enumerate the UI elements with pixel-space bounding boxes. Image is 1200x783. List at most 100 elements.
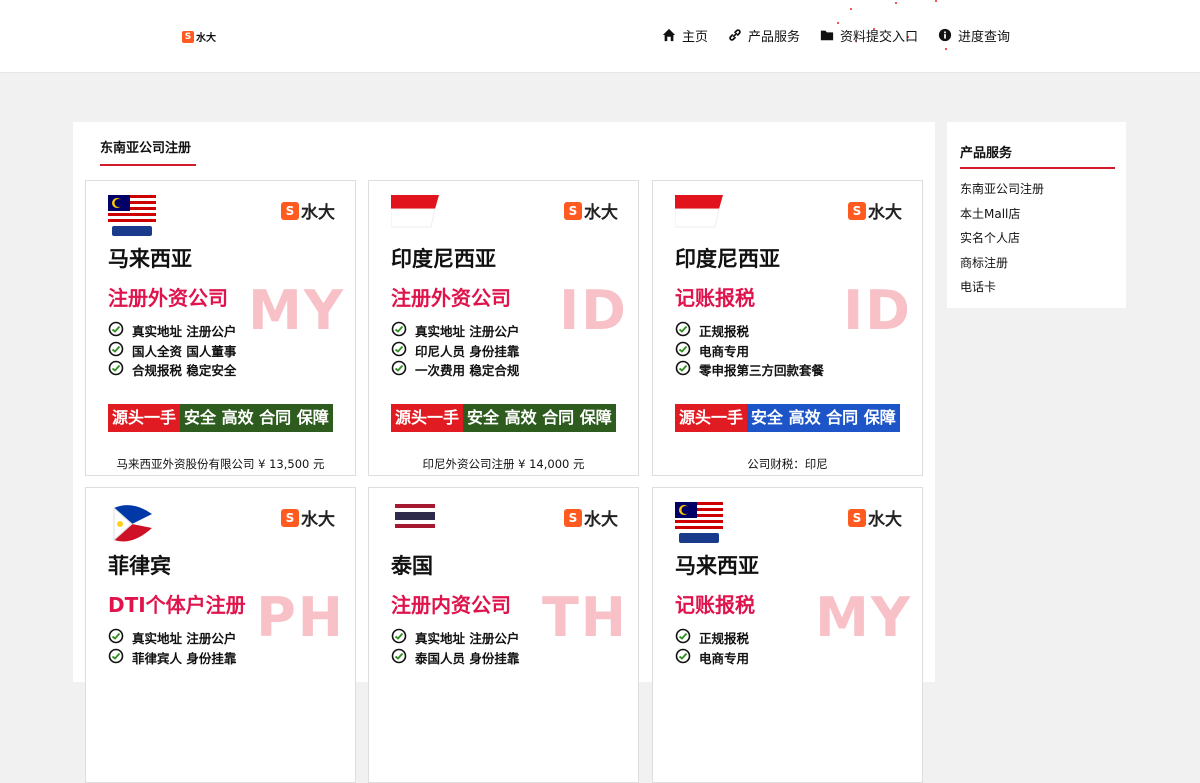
feature-item: 真实地址 注册公户 <box>108 321 236 341</box>
link-icon <box>729 29 741 41</box>
product-card[interactable]: S 水大马来西亚注册外资公司 MY 真实地址 注册公户 国人全资 国人董事 合规报税 稳定… <box>85 180 356 476</box>
card-service: 记账报税 <box>675 593 755 617</box>
card-caption[interactable]: 印尼外资公司注册 ¥ 14,000 元 <box>369 456 638 472</box>
card-service: 注册外资公司 <box>108 286 228 310</box>
feature-item: 电商专用 <box>675 341 824 361</box>
product-card[interactable]: S 水大 印度尼西亚 记账报税 ID 正规报税 电商专用 零申报第三方回款套餐 源头一手 安全 高… <box>652 180 923 476</box>
brand-mark-icon: S <box>564 201 582 220</box>
feature-item: 一次费用 稳定合规 <box>391 360 519 380</box>
card-country-code: ID <box>559 279 628 342</box>
check-circle-icon <box>108 628 124 647</box>
card-country: 马来西亚 <box>108 247 192 271</box>
check-circle-icon <box>391 321 407 340</box>
check-circle-icon <box>108 360 124 379</box>
flag-id-icon <box>674 195 723 237</box>
sidebar-list: 东南亚公司注册 本土Mall店 实名个人店 商标注册 电话卡 <box>960 180 1044 303</box>
card-country-code: MY <box>248 279 345 342</box>
section-underline <box>100 164 196 166</box>
product-card[interactable]: S 水大 印度尼西亚 注册外资公司 ID 真实地址 注册公户 印尼人员 身份挂靠 一次费用 稳… <box>368 180 639 476</box>
card-brand: S 水大 <box>564 198 618 223</box>
feature-item: 真实地址 注册公户 <box>391 628 519 648</box>
nav-label: 资料提交入口 <box>839 29 918 45</box>
info-icon <box>938 28 952 42</box>
brand-mark-icon: S <box>281 508 299 527</box>
promo-banner: 源头一手 安全 高效 合同 保障 <box>391 404 616 432</box>
feature-item: 印尼人员 身份挂靠 <box>391 341 519 361</box>
card-country: 马来西亚 <box>675 554 759 578</box>
brand-mark-icon: S <box>564 508 582 527</box>
check-circle-icon <box>675 321 691 340</box>
sidebar-item-trademark[interactable]: 商标注册 <box>960 254 1044 279</box>
nav-label: 主页 <box>681 29 708 45</box>
logo-mark-icon: S <box>182 30 194 43</box>
brand-mark-icon: S <box>281 201 299 220</box>
check-circle-icon <box>675 628 691 647</box>
feature-item: 菲律宾人 身份挂靠 <box>108 648 236 668</box>
feature-list: 真实地址 注册公户 国人全资 国人董事 合规报税 稳定安全 <box>108 321 236 380</box>
product-card[interactable]: S 水大 马来西亚 记账报税 MY 正规报税 电商专用 <box>652 487 923 783</box>
card-country-code: MY <box>815 586 912 649</box>
feature-item: 正规报税 <box>675 628 749 648</box>
nav-progress[interactable]: 进度查询 <box>938 26 1010 45</box>
feature-item: 真实地址 注册公户 <box>391 321 519 341</box>
nav-label: 进度查询 <box>957 29 1010 45</box>
sidebar-item-sim-card[interactable]: 电话卡 <box>960 278 1044 303</box>
feature-item: 零申报第三方回款套餐 <box>675 360 824 380</box>
feature-list: 真实地址 注册公户 菲律宾人 身份挂靠 <box>108 628 236 667</box>
flag-my-icon <box>675 502 723 544</box>
sidebar: 产品服务 东南亚公司注册 本土Mall店 实名个人店 商标注册 电话卡 <box>947 122 1126 308</box>
site-logo[interactable]: S 水大 <box>182 29 216 44</box>
flag-my-icon <box>108 195 156 237</box>
main-nav: 主页 产品服务 资料提交入口 进度查询 <box>662 26 1010 45</box>
check-circle-icon <box>391 341 407 360</box>
card-country: 印度尼西亚 <box>675 247 780 271</box>
feature-list: 真实地址 注册公户 泰国人员 身份挂靠 <box>391 628 519 667</box>
flag-th-icon <box>391 502 439 544</box>
feature-item: 电商专用 <box>675 648 749 668</box>
check-circle-icon <box>675 360 691 379</box>
feature-item: 泰国人员 身份挂靠 <box>391 648 519 668</box>
feature-list: 正规报税 电商专用 <box>675 628 749 667</box>
sidebar-title: 产品服务 <box>960 146 1013 161</box>
flag-ph-icon <box>108 502 156 544</box>
nav-products[interactable]: 产品服务 <box>728 26 800 45</box>
card-country: 菲律宾 <box>108 554 171 578</box>
card-brand: S 水大 <box>848 198 902 223</box>
check-circle-icon <box>108 648 124 667</box>
promo-banner: 源头一手 安全 高效 合同 保障 <box>675 404 900 432</box>
card-service: DTI个体户注册 <box>108 593 246 617</box>
check-circle-icon <box>391 360 407 379</box>
nav-submit[interactable]: 资料提交入口 <box>820 26 918 45</box>
card-service: 记账报税 <box>675 286 755 310</box>
card-country-code: PH <box>256 586 345 649</box>
feature-list: 真实地址 注册公户 印尼人员 身份挂靠 一次费用 稳定合规 <box>391 321 519 380</box>
card-brand: S 水大 <box>281 198 335 223</box>
check-circle-icon <box>675 341 691 360</box>
card-country: 印度尼西亚 <box>391 247 496 271</box>
check-circle-icon <box>108 321 124 340</box>
sidebar-item-sea-company[interactable]: 东南亚公司注册 <box>960 180 1044 205</box>
flag-id-icon <box>390 195 439 237</box>
card-service: 注册内资公司 <box>391 593 511 617</box>
sidebar-underline <box>960 167 1115 169</box>
main-panel: 东南亚公司注册 S 水大 马来西亚 注册外资公司 MY 真实地址 注册公户 国人全资 国人董… <box>73 122 935 783</box>
feature-list: 正规报税 电商专用 零申报第三方回款套餐 <box>675 321 824 380</box>
nav-label: 产品服务 <box>747 29 800 45</box>
product-card[interactable]: S 水大 泰国 注册内资公司 TH 真实地址 注册公户 泰国人员 身份挂靠 <box>368 487 639 783</box>
product-card[interactable]: S 水大 菲律宾 DTI个体户注册 PH 真实地址 注册公户 菲律宾人 身份挂靠 <box>85 487 356 783</box>
brand-mark-icon: S <box>848 508 866 527</box>
card-brand: S 水大 <box>564 505 618 530</box>
section-title: 东南亚公司注册 <box>100 141 192 156</box>
check-circle-icon <box>675 648 691 667</box>
sidebar-item-personal-store[interactable]: 实名个人店 <box>960 229 1044 254</box>
sidebar-item-local-mall[interactable]: 本土Mall店 <box>960 205 1044 230</box>
check-circle-icon <box>391 648 407 667</box>
nav-home[interactable]: 主页 <box>662 26 708 45</box>
folder-icon <box>820 30 834 41</box>
feature-item: 合规报税 稳定安全 <box>108 360 236 380</box>
home-icon <box>662 28 676 42</box>
logo-text: 水大 <box>196 33 216 44</box>
card-caption[interactable]: 公司财税：印尼 <box>653 456 922 472</box>
promo-banner: 源头一手 安全 高效 合同 保障 <box>108 404 333 432</box>
card-caption[interactable]: 马来西亚外资股份有限公司 ¥ 13,500 元 <box>86 456 355 472</box>
